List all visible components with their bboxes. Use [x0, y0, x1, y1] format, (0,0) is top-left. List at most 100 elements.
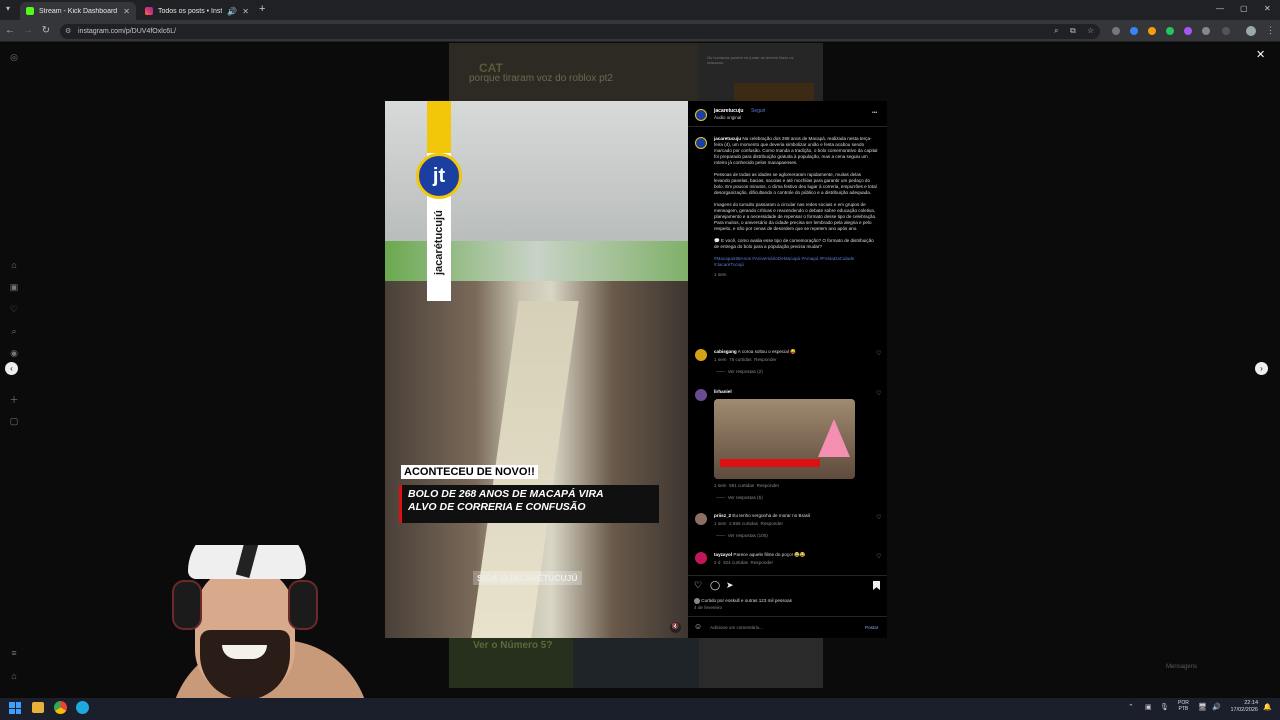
minimize-button[interactable]: —: [1216, 4, 1224, 13]
language-indicator[interactable]: POR PTB: [1178, 700, 1189, 712]
extension-audio-icon[interactable]: [1130, 27, 1138, 35]
profile-icon[interactable]: ▢: [8, 416, 20, 427]
follow-button[interactable]: Seguir: [751, 108, 765, 114]
volume-icon[interactable]: 🔊: [1212, 703, 1221, 711]
instagram-logo-icon[interactable]: ◎: [8, 52, 20, 63]
network-icon[interactable]: 🖥: [1198, 703, 1207, 711]
tab-kick-dashboard[interactable]: Stream - Kick Dashboard ✕: [20, 2, 136, 20]
explore-icon[interactable]: ◉: [8, 348, 20, 359]
comment-likes[interactable]: 324 curtidas: [723, 560, 748, 565]
add-comment-input[interactable]: Adicione um comentário...: [710, 625, 850, 631]
search-icon[interactable]: ⌕: [8, 326, 20, 337]
comment-username[interactable]: cabisgang: [714, 349, 737, 354]
background-thumbnail-3[interactable]: Ver o Número 5?: [449, 638, 573, 688]
comment-avatar[interactable]: [695, 349, 707, 361]
extension-shield-icon[interactable]: [1112, 27, 1120, 35]
close-tab-icon[interactable]: ✕: [123, 7, 130, 16]
extension-color-icon[interactable]: [1148, 27, 1156, 35]
notifications-icon[interactable]: ♡: [8, 304, 20, 315]
view-replies-button[interactable]: Ver respostas (2): [728, 369, 763, 374]
home-icon[interactable]: ⌂: [8, 260, 20, 270]
author-avatar[interactable]: [695, 109, 707, 121]
extension-purple-icon[interactable]: [1184, 27, 1192, 35]
comment-like-icon[interactable]: ♡: [876, 553, 881, 560]
audio-label[interactable]: Áudio original: [714, 115, 741, 120]
speaker-icon[interactable]: 🔊: [227, 7, 237, 16]
edge-icon[interactable]: [76, 701, 89, 714]
file-explorer-icon[interactable]: [32, 702, 44, 713]
like-icon[interactable]: ♡: [694, 580, 702, 591]
site-info-icon[interactable]: ⚙: [65, 24, 71, 39]
comment-avatar[interactable]: [695, 552, 707, 564]
comment-avatar[interactable]: [695, 513, 707, 525]
view-replies-button[interactable]: Ver respostas (5): [728, 495, 763, 500]
close-window-button[interactable]: ✕: [1264, 4, 1271, 13]
author-username[interactable]: jacaretucuju: [714, 108, 743, 114]
comment-username[interactable]: tayzayol: [714, 552, 732, 557]
comment-username[interactable]: lirhaniel: [714, 389, 732, 394]
comment-username[interactable]: priisz_2: [714, 513, 731, 518]
more-options-icon[interactable]: •••: [872, 110, 877, 116]
microphone-icon[interactable]: 🎙: [1160, 703, 1169, 711]
sidebar-icon[interactable]: [1222, 27, 1230, 35]
meta-icon[interactable]: ⌂: [8, 671, 20, 681]
reply-button[interactable]: Responder: [751, 560, 773, 565]
caption-avatar[interactable]: [695, 137, 707, 149]
tray-chevron-icon[interactable]: ⌃: [1128, 703, 1134, 711]
close-tab-icon[interactable]: ✕: [242, 7, 249, 16]
new-tab-button[interactable]: +: [259, 3, 265, 15]
comment-avatar[interactable]: [695, 389, 707, 401]
post-comment-button[interactable]: Postar: [865, 625, 878, 631]
profile-avatar[interactable]: [1246, 26, 1256, 36]
view-replies-button[interactable]: Ver respostas (100): [728, 533, 768, 538]
extensions-puzzle-icon[interactable]: [1202, 27, 1210, 35]
chrome-icon[interactable]: [54, 701, 67, 714]
reels-icon[interactable]: ▣: [8, 282, 20, 293]
next-post-button[interactable]: ›: [1255, 362, 1268, 375]
comment-likes[interactable]: 76 curtidas: [729, 357, 751, 362]
mute-icon[interactable]: 🔇: [670, 622, 681, 633]
url-input[interactable]: ⚙ instagram.com/p/DUV4fOxlc6L/: [60, 24, 1100, 39]
back-icon[interactable]: ←: [4, 25, 16, 36]
background-thumbnail-5[interactable]: [699, 638, 823, 688]
reply-button[interactable]: Responder: [754, 357, 776, 362]
previous-post-button[interactable]: ‹: [5, 362, 18, 375]
messages-button[interactable]: Mensagens: [1166, 664, 1197, 670]
create-icon[interactable]: ＋: [8, 393, 20, 406]
reload-icon[interactable]: ↻: [40, 25, 52, 36]
background-thumbnail-4[interactable]: [573, 638, 699, 688]
close-modal-icon[interactable]: ✕: [1256, 48, 1265, 61]
extension-green-icon[interactable]: [1166, 27, 1174, 35]
caption-username[interactable]: jacaretucuju: [714, 136, 741, 141]
more-menu-icon[interactable]: ≡: [8, 648, 20, 658]
tray-app-icon[interactable]: ▣: [1145, 703, 1152, 711]
likes-summary[interactable]: Curtido por eoskull e outras 123 mil pes…: [694, 598, 884, 604]
comment-icon[interactable]: ◯: [710, 580, 720, 591]
caption-hashtags[interactable]: #Macapa268Anos #AniversárioDeMacapá #Ama…: [714, 256, 878, 268]
tab-instagram[interactable]: Todos os posts • Instagram 🔊 ✕: [139, 2, 255, 20]
zoom-icon[interactable]: ⌕: [1054, 26, 1058, 36]
maximize-button[interactable]: ▢: [1240, 4, 1248, 13]
background-thumbnail-1[interactable]: CAT porque tiraram voz do roblox pt2: [449, 43, 699, 101]
browser-menu-icon[interactable]: ⋮: [1266, 25, 1275, 36]
comment-like-icon[interactable]: ♡: [876, 350, 881, 357]
background-thumbnail-2[interactable]: Os humanos podem se juntar ao devem faze…: [699, 43, 823, 101]
comment-like-icon[interactable]: ♡: [876, 390, 881, 397]
comment-like-icon[interactable]: ♡: [876, 514, 881, 521]
reply-button[interactable]: Responder: [761, 521, 783, 526]
comment-likes[interactable]: 591 curtidas: [729, 483, 754, 488]
share-icon[interactable]: ➤: [726, 580, 734, 591]
emoji-icon[interactable]: ☺: [694, 622, 702, 631]
tab-search-icon[interactable]: ▾: [6, 4, 16, 14]
install-icon[interactable]: ⧉: [1070, 26, 1076, 36]
clock[interactable]: 22:14 17/02/2026: [1226, 700, 1258, 714]
post-video[interactable]: jt jacarétucujú ACONTECEU DE NOVO!! BOLO…: [385, 101, 688, 638]
start-button[interactable]: [9, 702, 21, 714]
reply-button[interactable]: Responder: [757, 483, 779, 488]
forward-icon[interactable]: →: [22, 25, 34, 36]
notification-icon[interactable]: 🔔: [1263, 703, 1272, 711]
save-icon[interactable]: [873, 581, 880, 590]
comment-likes[interactable]: 2.856 curtidas: [729, 521, 758, 526]
comment-sticker-image[interactable]: [714, 399, 855, 479]
bookmark-star-icon[interactable]: ☆: [1087, 26, 1094, 35]
